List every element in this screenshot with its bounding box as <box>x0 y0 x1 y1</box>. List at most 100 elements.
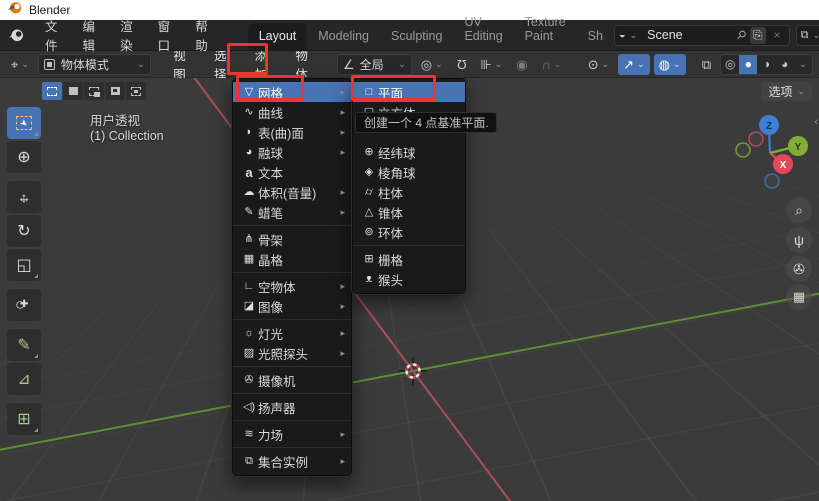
tab-layout[interactable]: Layout <box>248 23 308 50</box>
pin-icon[interactable]: ⚲ <box>734 27 750 43</box>
submenu-item-ico-sphere[interactable]: ◈ 棱角球 <box>353 162 465 182</box>
blender-app-menu-icon[interactable] <box>8 27 24 43</box>
menu-help[interactable]: 帮助 <box>184 12 222 58</box>
gizmo-axis-neg-z[interactable] <box>765 174 779 188</box>
tab-texture-paint[interactable]: Texture Paint <box>514 9 577 50</box>
menu-item-collection-instance[interactable]: ⧉ 集合实例 ▸ <box>233 451 351 471</box>
torus-icon: ⊚ <box>360 227 378 238</box>
menu-separator <box>233 272 351 273</box>
tool-cursor-button[interactable]: ⊕ <box>7 141 41 173</box>
menu-file[interactable]: 文件 <box>34 12 72 58</box>
menu-render[interactable]: 渲染 <box>109 12 147 58</box>
tool-annotate-button[interactable]: ✎ <box>7 329 41 361</box>
tool-move-button[interactable]: ↔↕ <box>7 181 41 213</box>
shading-material-button[interactable]: ◑ <box>757 55 775 74</box>
gizmos-toggle-button[interactable]: ↗ ⌄ <box>618 54 649 75</box>
menu-item-volume[interactable]: ☁ 体积(音量) ▸ <box>233 182 351 202</box>
menu-item-lattice[interactable]: ▦ 晶格 <box>233 249 351 269</box>
tab-uv-editing[interactable]: UV Editing <box>453 9 513 50</box>
view-layer-selector[interactable]: ⧉ ⌄ <box>796 25 819 46</box>
menu-item-curve[interactable]: ∿ 曲线 ▸ <box>233 102 351 122</box>
tooltip-plane: 创建一个 4 点基准平面. <box>355 112 497 133</box>
options-dropdown[interactable]: 选项 ⌄ <box>761 82 812 101</box>
tool-select-box-button[interactable]: ➤ <box>7 107 41 139</box>
xray-toggle-button[interactable]: ⧉ <box>697 56 716 73</box>
zoom-button[interactable]: ⌕ <box>786 197 812 223</box>
navigation-gizmo[interactable]: Z Y X <box>734 108 812 192</box>
proportional-edit-icon: ◉ <box>516 58 527 71</box>
menu-item-text[interactable]: a 文本 <box>233 162 351 182</box>
new-scene-icon[interactable]: ⎘ <box>750 27 766 44</box>
menu-item-metaball[interactable]: ◕ 融球 ▸ <box>233 142 351 162</box>
ortho-toggle-button[interactable]: ▦ <box>786 284 812 310</box>
submenu-item-plane[interactable]: □ 平面 <box>353 82 465 102</box>
menu-item-camera[interactable]: ✇ 摄像机 <box>233 370 351 390</box>
chevron-down-icon: ⌄ <box>137 59 145 70</box>
menu-item-empty[interactable]: ∟ 空物体 ▸ <box>233 276 351 296</box>
menu-item-armature[interactable]: ⋔ 骨架 <box>233 229 351 249</box>
submenu-item-cylinder[interactable]: ⌭ 柱体 <box>353 182 465 202</box>
gizmo-axis-neg-x[interactable] <box>749 132 763 146</box>
submenu-item-torus[interactable]: ⊚ 环体 <box>353 222 465 242</box>
submenu-item-cone[interactable]: △ 锥体 <box>353 202 465 222</box>
menu-item-grease-pencil[interactable]: ✎ 蜡笔 ▸ <box>233 202 351 222</box>
visibility-button[interactable]: ⊙ ⌄ <box>583 56 614 73</box>
snap-with-button[interactable]: ⊪ ⌄ <box>475 56 507 73</box>
shading-rendered-button[interactable]: ◕ <box>776 55 794 74</box>
menu-edit[interactable]: 编辑 <box>72 12 110 58</box>
scene-selector[interactable]: ◒ ⌄ Scene ⚲ ⎘ × <box>614 25 790 46</box>
editor-type-button[interactable]: ⌖ ⌄ <box>6 56 34 73</box>
shading-dropdown-button[interactable]: ⌄ <box>794 55 812 74</box>
transform-orientation-select[interactable]: ∠ 全局 ⌄ <box>337 54 412 75</box>
close-icon[interactable]: × <box>770 28 785 42</box>
tool-rotate-button[interactable]: ↻ <box>7 215 41 247</box>
pan-button[interactable]: ψ <box>786 227 812 253</box>
select-mode-set-button[interactable] <box>42 82 62 100</box>
menu-separator <box>233 225 351 226</box>
pivot-point-button[interactable]: ◎ ⌄ <box>416 56 448 73</box>
select-mode-subtract-button[interactable] <box>84 82 104 100</box>
menu-item-light-probe[interactable]: ▨ 光照探头 ▸ <box>233 343 351 363</box>
armature-icon: ⋔ <box>240 234 258 245</box>
proportional-falloff-button[interactable]: ∩ ⌄ <box>537 56 567 73</box>
shading-wireframe-button[interactable]: ◎ <box>721 55 739 74</box>
select-mode-extend-button[interactable] <box>63 82 83 100</box>
tool-add-cube-button[interactable]: ⊞ <box>7 403 41 435</box>
tool-measure-button[interactable]: ⊿ <box>7 363 41 395</box>
options-label: 选项 <box>768 83 792 100</box>
submenu-item-uv-sphere[interactable]: ⊕ 经纬球 <box>353 142 465 162</box>
menu-item-image[interactable]: ◪ 图像 ▸ <box>233 296 351 316</box>
menu-item-light[interactable]: ☼ 灯光 ▸ <box>233 323 351 343</box>
cylinder-icon: ⌭ <box>360 187 378 198</box>
proportional-edit-button[interactable]: ◉ <box>511 56 532 73</box>
submenu-item-monkey[interactable]: ᴥ 猴头 <box>353 269 465 289</box>
tab-modeling[interactable]: Modeling <box>307 23 380 50</box>
view-layer-icon: ⧉ <box>801 29 809 42</box>
tab-sculpting[interactable]: Sculpting <box>380 23 453 50</box>
submenu-arrow-icon: ▸ <box>340 348 345 359</box>
select-mode-intersect-button[interactable] <box>126 82 146 100</box>
solid-shading-icon: ● <box>745 57 752 71</box>
menu-item-surface[interactable]: ◗ 表(曲)面 ▸ <box>233 122 351 142</box>
tab-shading-truncated[interactable]: Sh <box>577 23 614 50</box>
scene-name[interactable]: Scene <box>641 28 733 42</box>
tool-transform-button[interactable]: ○✚ <box>7 289 41 321</box>
menu-item-speaker[interactable]: ◁) 扬声器 <box>233 397 351 417</box>
measure-ruler-icon: ⊿ <box>17 369 30 389</box>
overlays-toggle-button[interactable]: ◍ ⌄ <box>654 54 686 75</box>
submenu-item-grid[interactable]: ⊞ 栅格 <box>353 249 465 269</box>
gizmo-axis-neg-y[interactable] <box>736 143 750 157</box>
camera-view-button[interactable]: ✇ <box>786 256 812 282</box>
menu-item-force-field[interactable]: ≋ 力场 ▸ <box>233 424 351 444</box>
hand-icon: ψ <box>794 232 804 248</box>
menu-item-mesh[interactable]: ▽ 网格 ▸ <box>233 82 351 102</box>
submenu-arrow-icon: ▸ <box>340 107 345 118</box>
curve-icon: ∿ <box>240 107 258 118</box>
snap-button[interactable]: Ω <box>452 56 472 73</box>
shading-solid-button[interactable]: ● <box>739 55 757 74</box>
menu-window[interactable]: 窗口 <box>147 12 185 58</box>
select-mode-invert-button[interactable] <box>105 82 125 100</box>
tool-scale-button[interactable]: ◱ <box>7 249 41 281</box>
transform-icon: ○✚ <box>15 296 33 314</box>
sidebar-toggle-icon[interactable]: ‹ <box>814 116 818 128</box>
